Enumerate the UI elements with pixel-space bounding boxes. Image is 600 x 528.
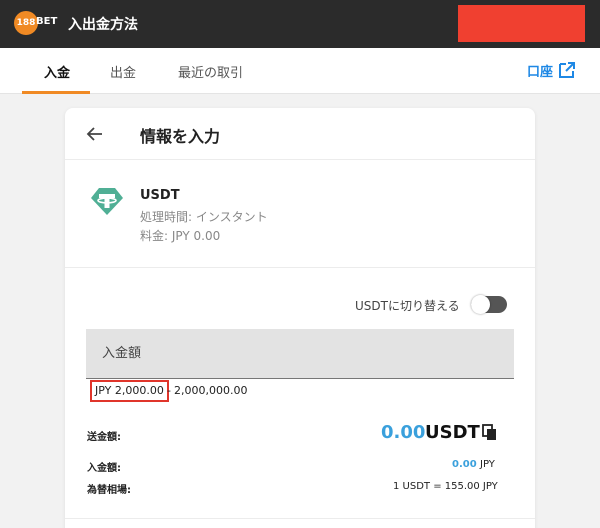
- arrow-left-icon[interactable]: [85, 124, 105, 144]
- logo-number: 188: [14, 11, 38, 35]
- account-link[interactable]: 口座: [527, 61, 553, 80]
- copy-icon[interactable]: [482, 424, 497, 441]
- deposit-amount-value: 0.00: [452, 459, 477, 470]
- external-link-icon[interactable]: [558, 61, 576, 79]
- tab-bar: 入金 出金 最近の取引 口座: [0, 48, 600, 94]
- coin-fee: 料金: JPY 0.00: [140, 229, 221, 243]
- send-amount-label: 送金額:: [87, 432, 121, 443]
- coin-name: USDT: [140, 188, 180, 203]
- min-amount-highlight: JPY 2,000.00: [90, 380, 169, 402]
- card-title: 情報を入力: [140, 127, 221, 146]
- toggle-knob: [471, 295, 490, 314]
- coin-info: USDT 処理時間: インスタント 料金: JPY 0.00: [65, 160, 535, 268]
- section-divider: [65, 518, 535, 519]
- processing-time: 処理時間: インスタント: [140, 210, 268, 224]
- page-title: 入出金方法: [68, 17, 138, 33]
- tether-icon: [91, 188, 123, 215]
- exchange-rate-value: 1 USDT = 155.00 JPY: [393, 481, 498, 492]
- logo-text: BET: [36, 16, 58, 27]
- send-amount-unit: USDT: [425, 422, 480, 443]
- deposit-amount-input[interactable]: [86, 329, 514, 379]
- redacted-account-area: [458, 5, 585, 42]
- tab-recent-transactions[interactable]: 最近の取引: [178, 62, 243, 81]
- tab-withdraw[interactable]: 出金: [110, 62, 136, 81]
- range-separator: -: [167, 384, 171, 397]
- card-header: 情報を入力: [65, 108, 535, 160]
- deposit-form-card: 情報を入力 USDT 処理時間: インスタント 料金: JPY 0.00 USD…: [65, 108, 535, 528]
- max-amount: 2,000,000.00: [174, 384, 248, 397]
- active-tab-indicator: [22, 91, 90, 94]
- tab-deposit[interactable]: 入金: [44, 62, 70, 81]
- send-amount-value: 0.00: [381, 422, 426, 443]
- top-bar: 188 BET 入出金方法: [0, 0, 600, 48]
- switch-currency-toggle[interactable]: [471, 295, 507, 314]
- deposit-amount-unit: JPY: [480, 459, 495, 470]
- deposit-amount-label: 入金額:: [87, 463, 121, 474]
- switch-currency-label: USDTに切り替える: [355, 299, 460, 313]
- brand-logo[interactable]: 188 BET: [14, 10, 58, 36]
- exchange-rate-label: 為替相場:: [87, 485, 131, 496]
